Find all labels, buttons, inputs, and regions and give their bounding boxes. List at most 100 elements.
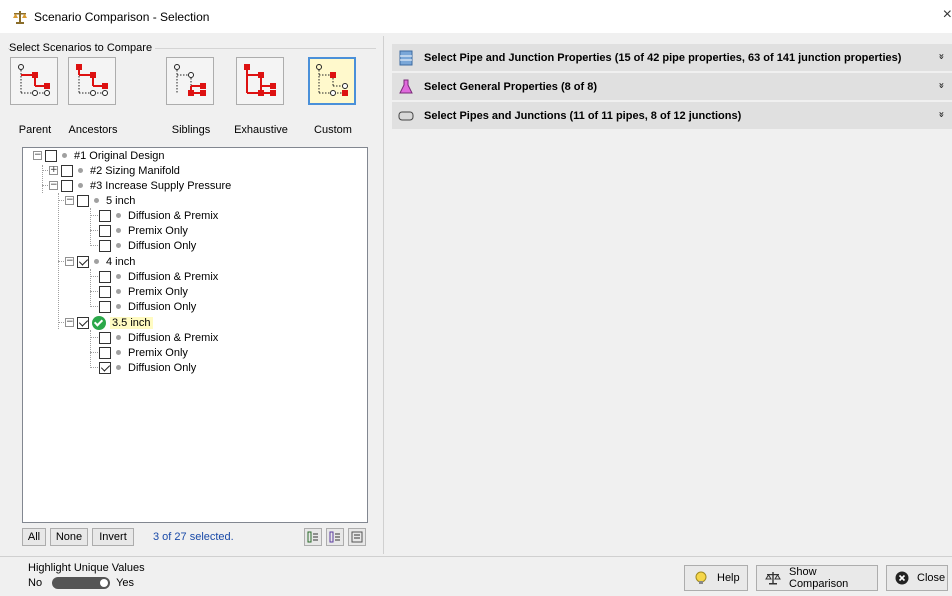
tree-node[interactable]: Premix Only <box>99 223 188 238</box>
scenario-status-icon <box>78 183 83 188</box>
highlight-unique-label: Highlight Unique Values <box>28 562 145 574</box>
tree-node[interactable]: Diffusion Only <box>99 299 196 314</box>
scenario-status-icon <box>78 168 83 173</box>
invert-selection-button[interactable]: Invert <box>92 528 134 546</box>
scenario-checkbox[interactable] <box>99 300 111 313</box>
scenario-tree[interactable]: − #1 Original Design + #2 Sizing Manifol… <box>22 147 368 523</box>
scenario-selection-panel: Select Scenarios to Compare Parent Ances… <box>8 42 376 551</box>
tree-node[interactable]: Diffusion & Premix <box>99 330 218 345</box>
collapse-icon[interactable]: − <box>65 257 74 266</box>
general-properties-header[interactable]: Select General Properties (8 of 8) » <box>392 73 952 100</box>
collapse-icon[interactable]: − <box>33 151 42 160</box>
scenario-label: Diffusion Only <box>128 239 197 252</box>
scenario-label: Premix Only <box>128 346 188 359</box>
tree-node[interactable]: + #2 Sizing Manifold <box>49 163 180 178</box>
tree-node[interactable]: − #3 Increase Supply Pressure <box>49 178 231 193</box>
collapse-icon[interactable]: − <box>49 181 58 190</box>
window-close-icon[interactable]: × <box>938 6 952 24</box>
scenario-label: #1 Original Design <box>74 149 165 162</box>
toggle-no-label: No <box>28 577 43 589</box>
scenario-label: 4 inch <box>106 255 136 268</box>
show-comparison-button[interactable]: Show Comparison <box>756 565 878 591</box>
preset-exhaustive-button[interactable] <box>236 57 284 105</box>
scenario-status-icon <box>116 228 121 233</box>
scenario-checkbox[interactable] <box>99 285 111 298</box>
scenario-label: Diffusion & Premix <box>128 270 219 283</box>
scenario-label: #2 Sizing Manifold <box>90 164 180 177</box>
preset-parent-button[interactable] <box>10 57 58 105</box>
window-title: Scenario Comparison - Selection <box>34 9 210 24</box>
tree-node[interactable]: − #1 Original Design <box>33 148 165 163</box>
preset-custom-button[interactable] <box>308 57 356 105</box>
highlight-unique-toggle[interactable] <box>52 577 111 589</box>
preset-siblings-button[interactable] <box>166 57 214 105</box>
scenario-checkbox[interactable] <box>99 346 111 359</box>
scenario-status-icon <box>116 274 121 279</box>
collapse-icon[interactable]: − <box>65 318 74 327</box>
scenario-label: #3 Increase Supply Pressure <box>90 179 232 192</box>
scenario-status-icon <box>94 259 99 264</box>
scenario-checkbox[interactable] <box>99 209 111 222</box>
preset-ancestors-label: Ancestors <box>68 124 118 136</box>
scenario-label: Diffusion Only <box>128 361 197 374</box>
current-scenario-check-icon <box>92 315 106 330</box>
expand-chevron-icon[interactable]: » <box>935 53 946 59</box>
scenario-status-icon <box>62 153 67 158</box>
selected-count: 3 of 27 selected. <box>153 531 234 543</box>
scenario-checkbox[interactable] <box>45 149 57 162</box>
siblings-tree-icon <box>174 64 206 96</box>
pipes-junctions-header[interactable]: Select Pipes and Junctions (11 of 11 pip… <box>392 102 952 129</box>
tree-node[interactable]: − 4 inch <box>65 254 135 269</box>
preset-ancestors-button[interactable] <box>68 57 116 105</box>
pipe-junction-properties-header[interactable]: Select Pipe and Junction Properties (15 … <box>392 44 952 71</box>
tree-node[interactable]: Diffusion Only <box>99 238 196 253</box>
scenario-checkbox[interactable] <box>61 179 73 192</box>
scenario-status-icon <box>116 335 121 340</box>
expand-chevron-icon[interactable]: » <box>935 111 946 117</box>
title-bar: Scenario Comparison - Selection × <box>0 0 952 33</box>
scenario-checkbox-checked[interactable] <box>99 361 111 374</box>
scenario-label: Premix Only <box>128 285 188 298</box>
expand-all-button[interactable] <box>304 528 322 546</box>
show-comparison-label: Show Comparison <box>789 566 849 590</box>
close-button[interactable]: Close <box>886 565 948 591</box>
parent-tree-icon <box>18 64 50 96</box>
expand-icon[interactable]: + <box>49 166 58 175</box>
collapse-all-button[interactable] <box>326 528 344 546</box>
tree-node[interactable]: Diffusion Only <box>99 360 196 375</box>
tree-collapse-icon <box>329 531 340 543</box>
close-label: Close <box>917 572 946 584</box>
close-circle-icon <box>895 571 909 585</box>
scenario-checkbox[interactable] <box>99 239 111 252</box>
tree-node[interactable]: − 5 inch <box>65 193 135 208</box>
tree-filter-icon <box>351 531 363 543</box>
help-button[interactable]: Help <box>684 565 748 591</box>
scenario-status-icon <box>116 213 121 218</box>
help-lightbulb-icon <box>693 570 709 586</box>
scenario-checkbox[interactable] <box>61 164 73 177</box>
scenario-checkbox-checked[interactable] <box>77 316 89 329</box>
panel-divider[interactable] <box>383 36 384 554</box>
select-all-button[interactable]: All <box>22 528 46 546</box>
scenario-checkbox[interactable] <box>77 194 89 207</box>
tree-node[interactable]: Premix Only <box>99 345 188 360</box>
scenario-checkbox[interactable] <box>99 270 111 283</box>
tree-options-button[interactable] <box>348 528 366 546</box>
scenario-label: Diffusion & Premix <box>128 209 219 222</box>
scenario-label: 3.5 inch <box>110 316 153 329</box>
scenario-label: Premix Only <box>128 224 188 237</box>
tree-node[interactable]: Diffusion & Premix <box>99 269 218 284</box>
ancestors-tree-icon <box>76 64 108 96</box>
section-title: Select Pipe and Junction Properties (15 … <box>424 51 902 64</box>
collapse-icon[interactable]: − <box>65 196 74 205</box>
expand-chevron-icon[interactable]: » <box>935 82 946 88</box>
select-none-button[interactable]: None <box>50 528 88 546</box>
scenario-status-icon <box>116 350 121 355</box>
tree-node[interactable]: Premix Only <box>99 284 188 299</box>
scenario-checkbox-checked[interactable] <box>77 255 89 268</box>
tree-node[interactable]: Diffusion & Premix <box>99 208 218 223</box>
tree-node-current[interactable]: − 3.5 inch <box>65 315 153 330</box>
scenario-checkbox[interactable] <box>99 331 111 344</box>
flask-icon <box>398 79 414 95</box>
scenario-checkbox[interactable] <box>99 224 111 237</box>
